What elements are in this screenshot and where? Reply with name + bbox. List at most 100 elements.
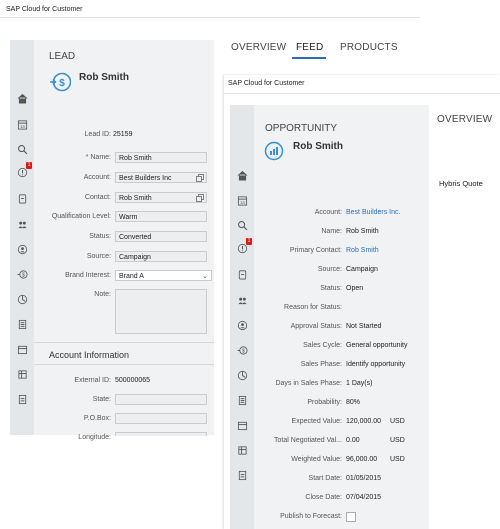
svg-text:14: 14 xyxy=(240,199,245,204)
svg-text:$: $ xyxy=(59,78,65,89)
source-value: Campaign xyxy=(346,266,378,273)
field-label: Note: xyxy=(94,291,111,298)
primary-contact-link[interactable]: Rob Smith xyxy=(346,247,379,254)
notification-badge: 1 xyxy=(246,238,252,245)
field-label: Status: xyxy=(89,233,111,240)
document-icon[interactable] xyxy=(16,318,28,330)
field-label: Sales Cycle: xyxy=(303,342,342,349)
header-divider xyxy=(224,93,500,94)
document-icon[interactable] xyxy=(236,394,248,406)
field-label: Contact: xyxy=(84,194,111,201)
section-divider xyxy=(34,364,214,365)
longitude-input[interactable] xyxy=(115,432,207,436)
currency-unit: USD xyxy=(390,418,405,425)
publish-to-forecast-checkbox[interactable] xyxy=(346,512,356,522)
table-icon[interactable] xyxy=(16,368,28,380)
hybris-quote-label[interactable]: Hybris Quote xyxy=(439,179,483,188)
expected-value: 120,000.00 xyxy=(346,418,382,425)
status-input[interactable]: Converted xyxy=(115,231,207,242)
tab-overview[interactable]: OVERVIEW xyxy=(437,114,492,125)
header-divider xyxy=(0,17,420,18)
field-label: Source: xyxy=(86,253,111,260)
sales-phase-value: Identify opportunity xyxy=(346,361,406,368)
record-name: Rob Smith xyxy=(293,141,343,152)
appointment-icon[interactable] xyxy=(16,343,28,355)
svg-text:14: 14 xyxy=(20,123,25,128)
opportunity-form-panel xyxy=(254,105,429,529)
opportunity-icon[interactable] xyxy=(16,293,28,305)
field-label: Account: xyxy=(314,209,342,216)
copy-icon[interactable] xyxy=(196,174,204,186)
calendar-icon[interactable]: 14 xyxy=(236,194,248,206)
opportunity-window: SAP Cloud for Customer OPPORTUNITY Rob S… xyxy=(224,75,500,529)
opportunity-icon xyxy=(264,141,284,161)
report-icon[interactable] xyxy=(236,469,248,481)
probability-value: 80% xyxy=(346,399,361,406)
tab-overview[interactable]: OVERVIEW xyxy=(231,42,286,53)
app-title: SAP Cloud for Customer xyxy=(228,80,305,87)
name-input[interactable]: Rob Smith xyxy=(115,152,207,163)
clipboard-icon[interactable] xyxy=(236,268,248,280)
record-name: Rob Smith xyxy=(79,72,129,83)
field-label: Account: xyxy=(83,174,111,181)
sales-cycle-value: General opportunity xyxy=(346,342,408,349)
field-label: Qualification Level: xyxy=(51,213,111,220)
lead-icon[interactable]: $ xyxy=(236,344,248,356)
field-label: Lead ID: xyxy=(84,131,111,138)
field-label: Total Negotiated Val... xyxy=(274,437,342,444)
contact-icon[interactable] xyxy=(16,243,28,255)
field-label: Name: xyxy=(321,228,342,235)
tab-products[interactable]: PRODUCTS xyxy=(340,42,398,53)
field-label: Start Date: xyxy=(308,475,342,482)
status-value: Open xyxy=(346,285,364,292)
field-label: Close Date: xyxy=(305,494,342,501)
lead-id-value: 25159 xyxy=(113,131,133,138)
weighted-value: 96,000.00 xyxy=(346,456,378,463)
field-label: Brand Interest: xyxy=(65,272,111,279)
copy-icon[interactable] xyxy=(196,194,204,206)
total-negotiated-value: 0.00 xyxy=(346,437,360,444)
active-tab-underline xyxy=(292,57,326,59)
external-id-value: 500000065 xyxy=(115,377,151,384)
appointment-icon[interactable] xyxy=(236,419,248,431)
close-date-value: 07/04/2015 xyxy=(346,494,382,501)
source-input[interactable]: Campaign xyxy=(115,251,207,262)
po-box-input[interactable] xyxy=(115,413,207,424)
svg-text:$: $ xyxy=(22,272,25,278)
home-icon[interactable] xyxy=(236,169,248,181)
chevron-down-icon[interactable]: ⌄ xyxy=(202,271,208,282)
tab-feed[interactable]: FEED xyxy=(296,42,323,53)
section-divider xyxy=(34,342,214,343)
calendar-icon[interactable]: 14 xyxy=(16,118,28,130)
people-icon[interactable] xyxy=(236,294,248,306)
lead-conversion-icon: $ xyxy=(49,71,72,93)
opportunity-nav-icon[interactable] xyxy=(236,369,248,381)
approval-status-value: Not Started xyxy=(346,323,382,330)
object-type-title: LEAD xyxy=(49,51,76,62)
report-icon[interactable] xyxy=(16,393,28,405)
qualification-level-input[interactable]: Warm xyxy=(115,211,207,222)
home-icon[interactable] xyxy=(16,92,28,104)
field-label: Primary Contact: xyxy=(289,247,342,254)
brand-interest-select[interactable]: Brand A ⌄ xyxy=(115,270,212,281)
field-label: Publish to Forecast: xyxy=(280,513,342,520)
lead-icon[interactable]: $ xyxy=(16,268,28,280)
people-icon[interactable] xyxy=(16,218,28,230)
field-label: P.O.Box: xyxy=(83,415,111,422)
contact-input[interactable]: Rob Smith xyxy=(115,192,207,203)
search-icon[interactable] xyxy=(16,143,28,155)
contact-icon[interactable] xyxy=(236,319,248,331)
field-label: * Name: xyxy=(85,154,111,161)
clipboard-icon[interactable] xyxy=(16,192,28,204)
field-label: Days in Sales Phase: xyxy=(275,380,342,387)
field-label: Weighted Value: xyxy=(291,456,342,463)
search-icon[interactable] xyxy=(236,219,248,231)
account-link[interactable]: Best Builders Inc. xyxy=(346,209,400,216)
state-input[interactable] xyxy=(115,394,207,405)
table-icon[interactable] xyxy=(236,444,248,456)
field-label: Reason for Status: xyxy=(284,304,342,311)
field-label: Approval Status: xyxy=(290,323,342,330)
account-input[interactable]: Best Builders Inc xyxy=(115,172,207,183)
required-marker: * xyxy=(85,154,89,161)
note-textarea[interactable] xyxy=(115,289,207,334)
